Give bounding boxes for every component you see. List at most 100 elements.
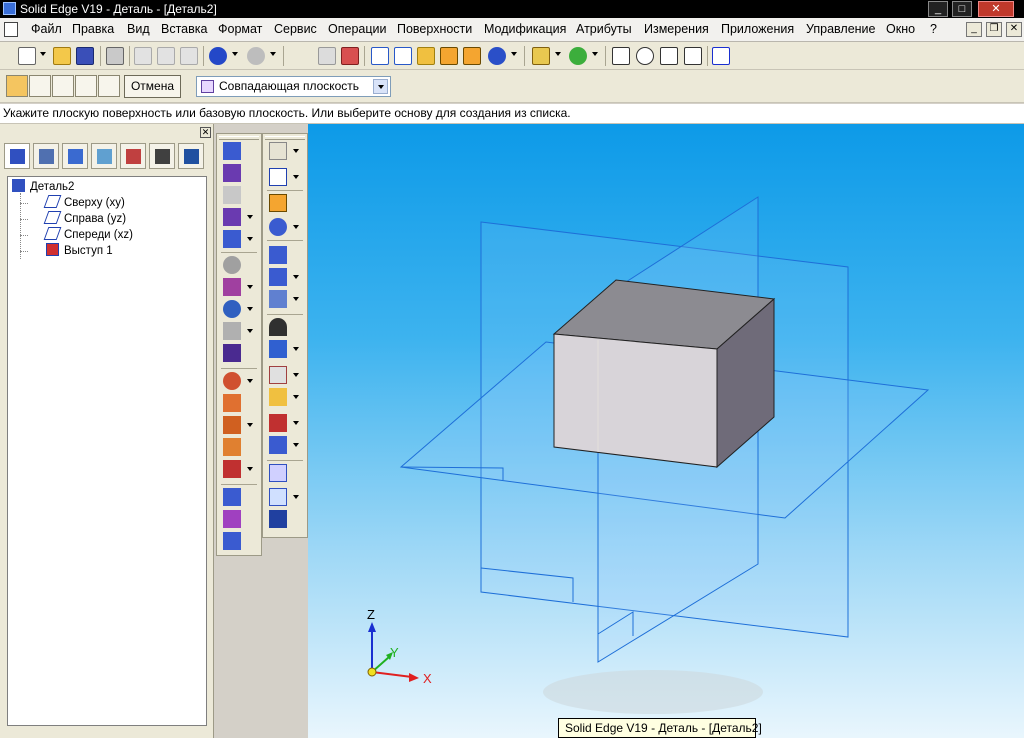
protrusion-active-icon[interactable] [269, 194, 287, 212]
pan-icon[interactable] [684, 47, 702, 65]
lofted-cut-icon[interactable] [223, 344, 241, 362]
sphere-dropdown-arrow[interactable] [511, 52, 517, 56]
print-icon[interactable] [106, 47, 124, 65]
dropdown-arrow[interactable] [247, 379, 253, 383]
menu-features[interactable]: Операции [328, 22, 386, 36]
menu-measure[interactable]: Измерения [644, 22, 709, 36]
dropdown-arrow[interactable] [293, 395, 299, 399]
loft-tool-icon[interactable] [223, 208, 241, 226]
step-plane-button[interactable] [6, 75, 28, 97]
sweep-tool-icon[interactable] [223, 186, 241, 204]
mdi-minimize-button[interactable]: _ [966, 22, 982, 37]
round-tool-icon[interactable] [223, 372, 241, 390]
coordinate-system-icon[interactable] [269, 464, 287, 482]
tab-feature-pathfinder[interactable] [4, 143, 30, 169]
dropdown-arrow[interactable] [293, 149, 299, 153]
menu-view[interactable]: Вид [127, 22, 150, 36]
redo-icon[interactable] [247, 47, 265, 65]
dropdown-arrow[interactable] [293, 373, 299, 377]
select-dropdown-arrow[interactable] [592, 52, 598, 56]
dropdown-arrow[interactable] [247, 329, 253, 333]
tree-item-top-plane[interactable]: Сверху (xy) [43, 195, 125, 211]
mirror-tool-icon[interactable] [223, 510, 241, 528]
tab-relations[interactable] [149, 143, 175, 169]
web-network-icon[interactable] [269, 414, 287, 432]
step-profile-button[interactable] [29, 75, 51, 97]
undo-icon[interactable] [209, 47, 227, 65]
copy-part-icon[interactable] [223, 532, 241, 550]
new-dropdown-arrow[interactable] [40, 52, 46, 56]
shaded-edges-icon[interactable] [440, 47, 458, 65]
minimize-button[interactable]: _ [928, 1, 948, 17]
tab-settings[interactable] [178, 143, 204, 169]
dropdown-arrow[interactable] [293, 347, 299, 351]
help-icon[interactable] [712, 47, 730, 65]
menu-edit[interactable]: Правка [72, 22, 114, 36]
select-icon[interactable] [569, 47, 587, 65]
dropdown-arrow[interactable] [293, 225, 299, 229]
dropdown-arrow[interactable] [293, 297, 299, 301]
tab-sensors[interactable] [120, 143, 146, 169]
new-icon[interactable] [18, 47, 36, 65]
layer-dropdown-arrow[interactable] [555, 52, 561, 56]
step-finish-button[interactable] [98, 75, 120, 97]
dropdown-arrow[interactable] [247, 467, 253, 471]
tree-item-right-plane[interactable]: Справа (yz) [43, 211, 126, 227]
reference-plane-icon[interactable] [269, 488, 287, 506]
rib-tool-icon[interactable] [223, 460, 241, 478]
revolve-tool-icon[interactable] [223, 164, 241, 182]
dropdown-arrow[interactable] [247, 215, 253, 219]
shaded-icon[interactable] [463, 47, 481, 65]
menu-attributes[interactable]: Атрибуты [576, 22, 632, 36]
dropdown-arrow[interactable] [247, 307, 253, 311]
hole-icon[interactable] [269, 290, 287, 308]
select-arrow-icon[interactable] [269, 142, 287, 160]
draft-icon[interactable] [269, 366, 287, 384]
menu-window[interactable]: Окно [886, 22, 915, 36]
tree-item-protrusion[interactable]: Выступ 1 [46, 243, 113, 259]
dropdown-arrow[interactable] [247, 237, 253, 241]
toolbar-grip[interactable] [265, 136, 305, 140]
menu-insert[interactable]: Вставка [161, 22, 207, 36]
revolved-protrusion-icon[interactable] [269, 218, 287, 236]
copy-icon[interactable] [157, 47, 175, 65]
mirror-copy-icon[interactable] [269, 510, 287, 528]
revolved-cutout-icon[interactable] [269, 268, 287, 286]
dropdown-arrow[interactable] [247, 285, 253, 289]
tree-root[interactable]: Деталь2 [12, 179, 74, 195]
step-extent-button[interactable] [75, 75, 97, 97]
document-icon[interactable] [4, 22, 18, 37]
redo-dropdown-arrow[interactable] [270, 52, 276, 56]
plane-option-select[interactable]: Совпадающая плоскость [196, 76, 391, 97]
swept-cut-icon[interactable] [223, 322, 241, 340]
tab-layers[interactable] [91, 143, 117, 169]
chevron-down-icon[interactable] [373, 79, 388, 94]
cut-icon[interactable] [134, 47, 152, 65]
menu-tools[interactable]: Сервис [274, 22, 317, 36]
chamfer-icon[interactable] [269, 340, 287, 358]
restore-button[interactable]: □ [952, 1, 972, 17]
dropdown-arrow[interactable] [247, 423, 253, 427]
zoom-icon-2[interactable] [636, 47, 654, 65]
round-icon[interactable] [269, 318, 287, 336]
hole-tool-icon[interactable] [223, 256, 241, 274]
protrusion-tool-icon[interactable] [223, 142, 241, 160]
toolbar-grip[interactable] [219, 136, 259, 140]
view-wire-icon[interactable] [394, 47, 412, 65]
revolved-cut-icon[interactable] [223, 300, 241, 318]
dropdown-arrow[interactable] [293, 421, 299, 425]
panel-close-icon[interactable]: ✕ [200, 127, 211, 138]
insert-icon[interactable] [318, 47, 336, 65]
cancel-button[interactable]: Отмена [124, 75, 181, 98]
dropdown-arrow[interactable] [293, 175, 299, 179]
undo-dropdown-arrow[interactable] [232, 52, 238, 56]
tab-library[interactable] [62, 143, 88, 169]
menu-file[interactable]: Файл [31, 22, 62, 36]
mdi-close-button[interactable]: ✕ [1006, 22, 1022, 37]
step-side-button[interactable] [52, 75, 74, 97]
draft-tool-icon[interactable] [223, 416, 241, 434]
menu-format[interactable]: Формат [218, 22, 262, 36]
fit-icon[interactable] [660, 47, 678, 65]
helix-tool-icon[interactable] [223, 230, 241, 248]
rib-icon[interactable] [269, 388, 287, 406]
